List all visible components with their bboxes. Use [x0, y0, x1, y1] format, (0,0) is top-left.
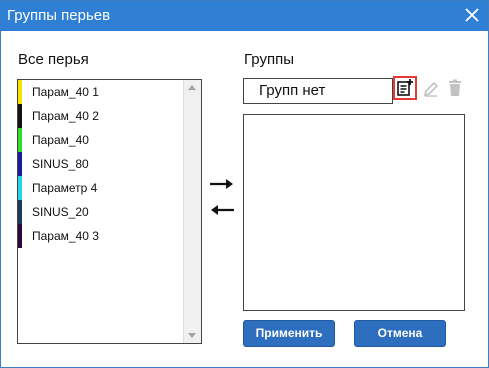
close-icon[interactable] [462, 5, 482, 25]
pen-color-swatch [18, 80, 22, 104]
pen-color-swatch [18, 104, 22, 128]
pen-label: Парам_40 [32, 133, 89, 147]
pen-label: Парам_40 3 [32, 229, 99, 243]
group-pens-list[interactable] [243, 114, 465, 311]
list-item[interactable]: Парам_40 [18, 128, 182, 152]
apply-button[interactable]: Применить [243, 320, 335, 347]
pen-color-swatch [18, 224, 22, 248]
pen-groups-dialog: Группы перьев Все перья Группы Парам_40 … [0, 0, 489, 368]
pen-color-swatch [18, 152, 22, 176]
trash-icon[interactable] [447, 79, 463, 97]
add-group-button[interactable] [393, 76, 417, 100]
pen-label: Параметр 4 [32, 181, 98, 195]
move-left-arrow-icon[interactable] [209, 203, 235, 217]
groups-select-value: Групп нет [259, 82, 326, 99]
vertical-scrollbar[interactable] [183, 80, 201, 343]
pen-label: SINUS_20 [32, 205, 89, 219]
groups-select[interactable]: Групп нет [243, 78, 393, 104]
all-pens-label: Все перья [18, 51, 89, 68]
window-title: Группы перьев [7, 7, 111, 24]
pen-label: SINUS_80 [32, 157, 89, 171]
edit-pencil-icon[interactable] [422, 80, 440, 98]
cancel-button[interactable]: Отмена [354, 320, 446, 347]
list-item[interactable]: Парам_40 3 [18, 224, 182, 248]
pen-color-swatch [18, 176, 22, 200]
list-item[interactable]: Парам_40 2 [18, 104, 182, 128]
list-item[interactable]: Парам_40 1 [18, 80, 182, 104]
pen-label: Парам_40 1 [32, 85, 99, 99]
all-pens-list[interactable]: Парам_40 1 Парам_40 2 Парам_40 SINUS_80 … [17, 79, 202, 344]
groups-label: Группы [244, 51, 294, 68]
scroll-down-icon[interactable] [188, 333, 196, 338]
list-item[interactable]: SINUS_80 [18, 152, 182, 176]
pen-label: Парам_40 2 [32, 109, 99, 123]
pen-color-swatch [18, 200, 22, 224]
list-item[interactable]: Параметр 4 [18, 176, 182, 200]
title-bar: Группы перьев [1, 1, 488, 31]
move-right-arrow-icon[interactable] [209, 177, 235, 191]
pen-color-swatch [18, 128, 22, 152]
list-item[interactable]: SINUS_20 [18, 200, 182, 224]
scroll-up-icon[interactable] [188, 85, 196, 90]
add-note-icon [397, 79, 413, 96]
